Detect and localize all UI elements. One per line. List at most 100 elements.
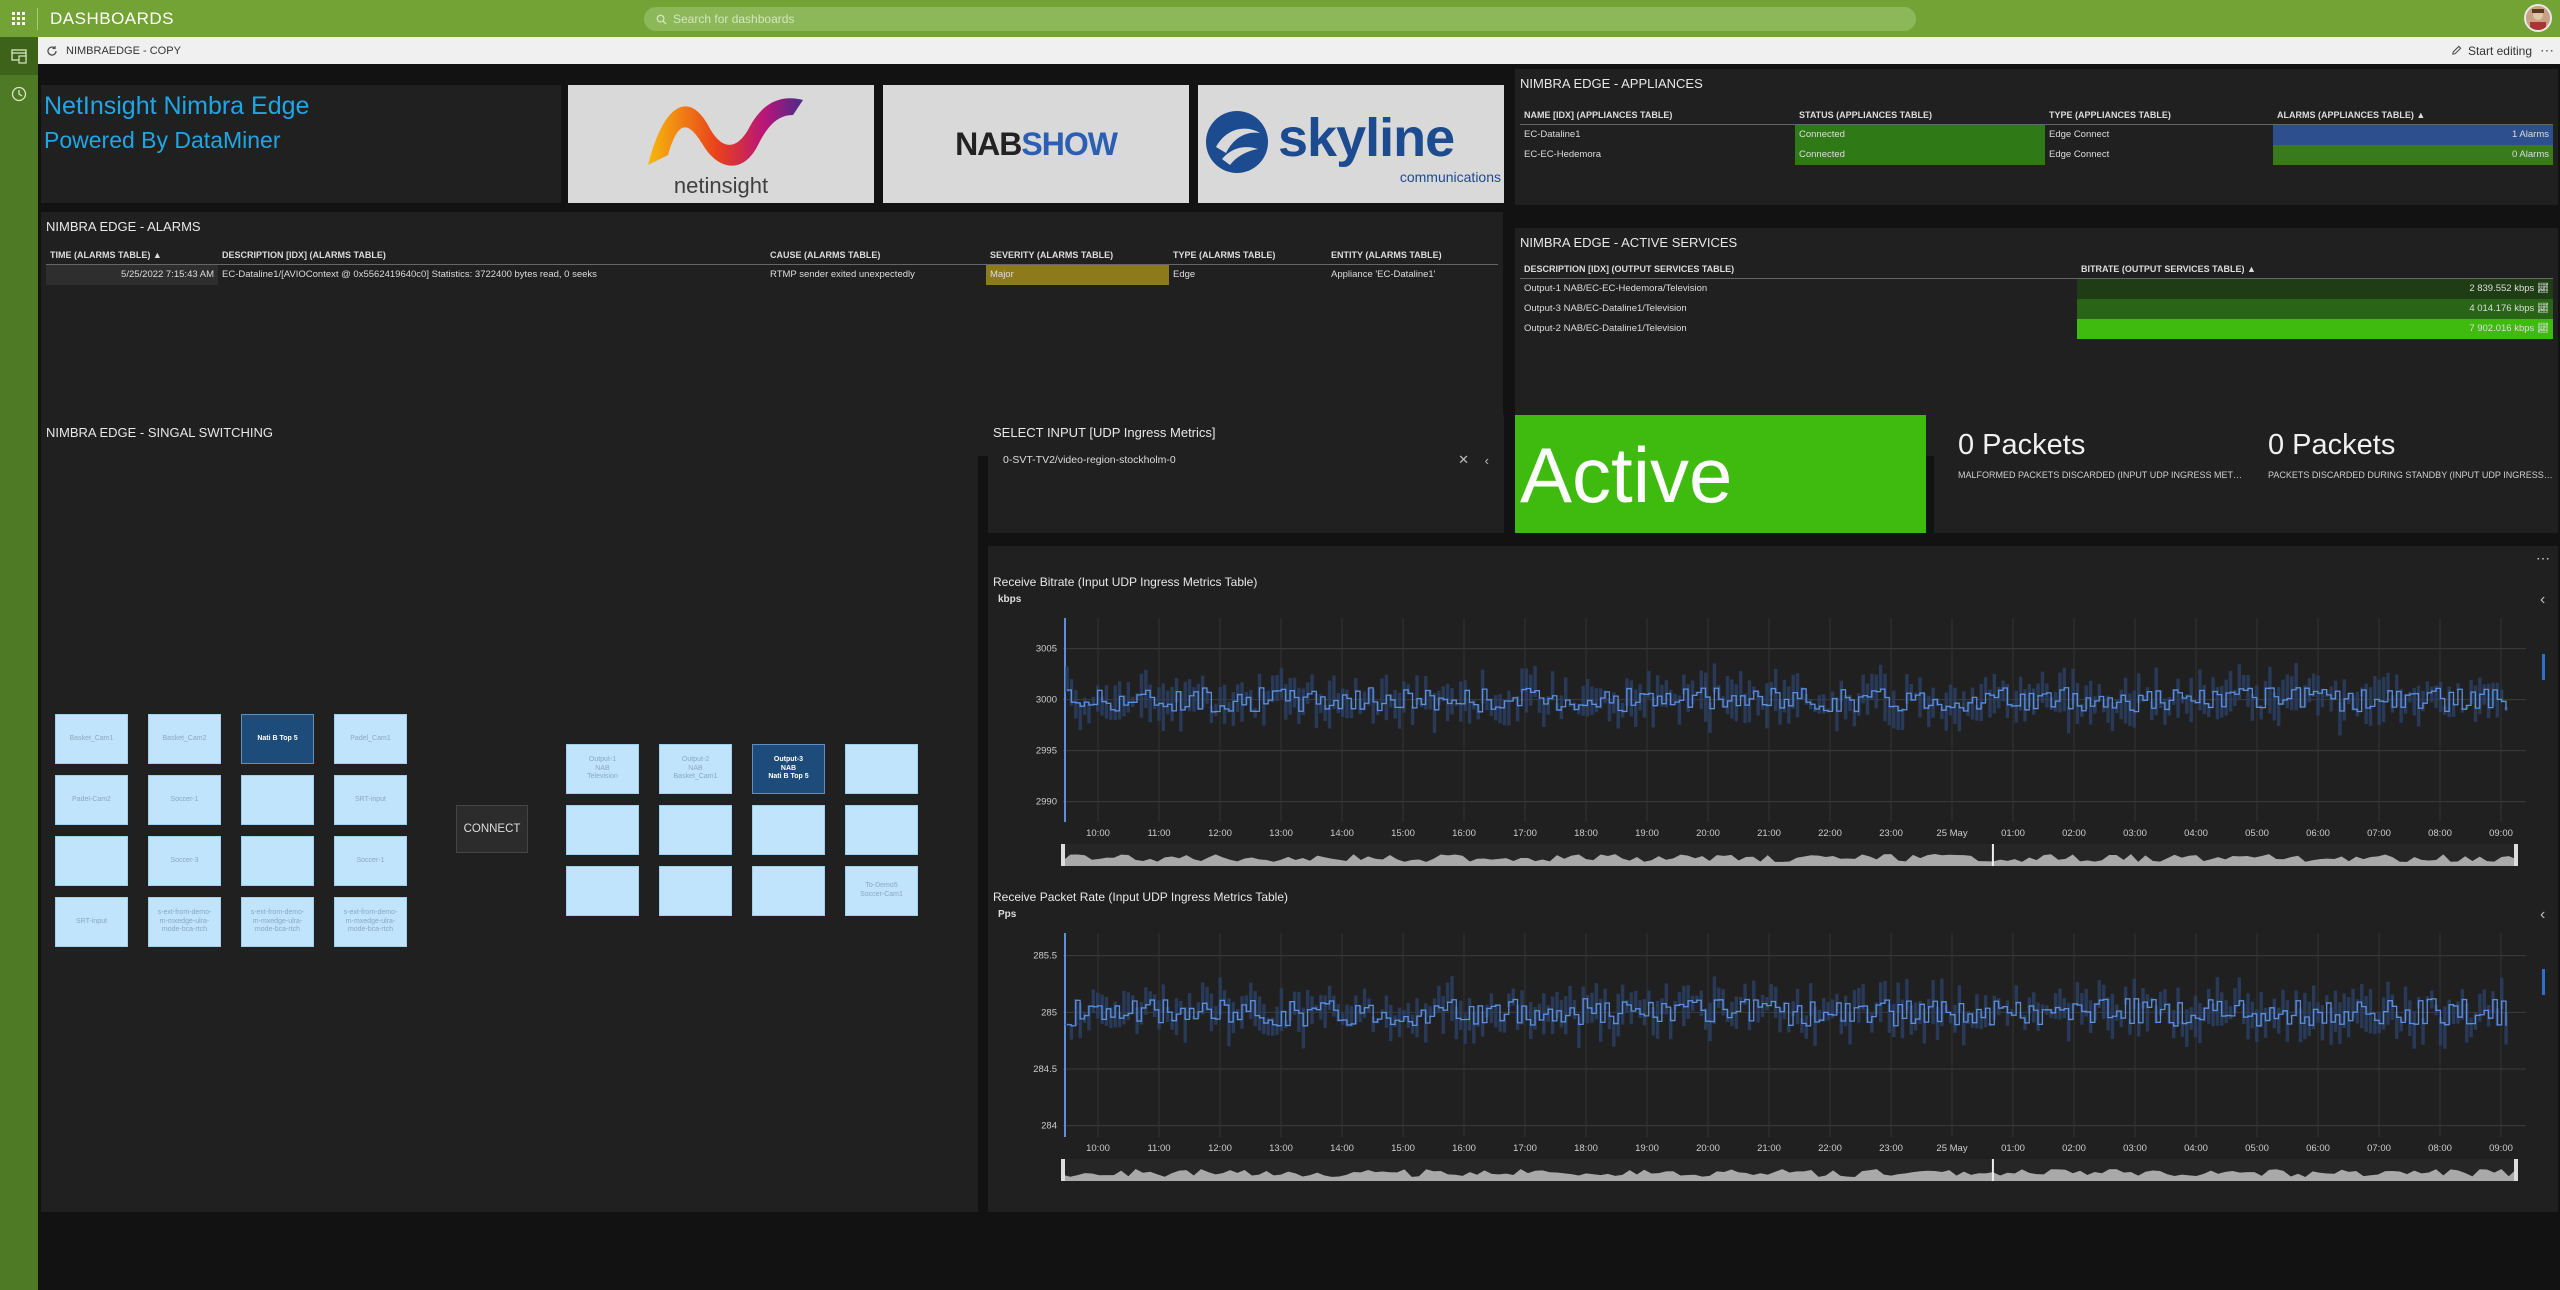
packets-panel: 0 Packets MALFORMED PACKETS DISCARDED (I… <box>1934 415 2558 533</box>
appliances-col-name[interactable]: NAME [IDX] (APPLIANCES TABLE) <box>1520 106 1795 125</box>
output-tile[interactable] <box>566 866 639 916</box>
table-row[interactable]: Output-1 NAB/EC-EC-Hedemora/Television 2… <box>1520 278 2553 299</box>
output-tile[interactable]: Output-1 NAB Television <box>566 744 639 794</box>
clear-icon[interactable]: ✕ <box>1458 452 1469 468</box>
search-input[interactable]: Search for dashboards <box>644 7 1916 31</box>
output-tile[interactable] <box>566 805 639 855</box>
trend-chart-icon[interactable]: 📈︎ <box>2537 283 2549 294</box>
overview-handle-left <box>1061 844 1065 866</box>
appliances-col-status[interactable]: STATUS (APPLIANCES TABLE) <box>1795 106 2045 125</box>
input-tile[interactable]: SRT-input <box>334 775 407 825</box>
alarms-col-description[interactable]: DESCRIPTION [IDX] (ALARMS TABLE) <box>218 246 766 265</box>
services-col-description[interactable]: DESCRIPTION [IDX] (OUTPUT SERVICES TABLE… <box>1520 260 2077 279</box>
alarms-col-entity[interactable]: ENTITY (ALARMS TABLE) <box>1327 246 1498 265</box>
range-bar <box>2040 671 2045 704</box>
alarm-description: EC-Dataline1/[AVIOContext @ 0x5562419640… <box>222 269 597 281</box>
y-tick-label: 3000 <box>1036 695 1057 706</box>
standby-packets-kpi: 0 Packets PACKETS DISCARDED DURING STAND… <box>2268 429 2553 480</box>
table-row[interactable]: Output-3 NAB/EC-Dataline1/Television 4 0… <box>1520 298 2553 319</box>
table-row[interactable]: EC-Dataline1 Connected Edge Connect 1 Al… <box>1520 124 2553 145</box>
x-tick-label: 25 May <box>1936 1143 1967 1154</box>
appliances-col-alarms[interactable]: ALARMS (APPLIANCES TABLE) ▲ <box>2273 106 2553 125</box>
start-editing-button[interactable]: Start editing <box>2451 44 2532 58</box>
range-bar <box>1410 705 1415 726</box>
x-tick-label: 14:00 <box>1330 1143 1354 1154</box>
input-select-dropdown[interactable]: 0-SVT-TV2/video-region-stockholm-0 ✕ ‹ <box>993 449 1499 471</box>
chevron-left-icon[interactable]: ‹ <box>1485 453 1489 468</box>
range-bar <box>2185 1009 2189 1047</box>
input-tile[interactable]: Soccer-1 <box>334 836 407 886</box>
more-options-icon[interactable]: ⋯ <box>2540 42 2554 59</box>
range-bar <box>1913 1002 1918 1031</box>
x-tick-label: 09:00 <box>2489 1143 2513 1154</box>
input-tile[interactable]: Basket_Cam1 <box>55 714 128 764</box>
services-title: NIMBRA EDGE - ACTIVE SERVICES <box>1520 235 1738 250</box>
input-tile[interactable]: s-ext-from-demo-m-mxedge-ulra-mode-bca-r… <box>334 897 407 947</box>
x-tick-label: 17:00 <box>1513 1143 1537 1154</box>
nabshow-logo: NAB SHOW <box>883 85 1189 203</box>
table-row[interactable]: EC-EC-Hedemora Connected Edge Connect 0 … <box>1520 144 2553 165</box>
range-bar <box>1725 675 1730 715</box>
output-tile[interactable]: To-Demo5 Soccer-Cam1 <box>845 866 918 916</box>
input-tile[interactable]: s-ext-from-demo-m-mxedge-ulra-mode-bca-r… <box>241 897 314 947</box>
sidebar-item-dashboards[interactable] <box>0 37 38 75</box>
output-tile[interactable] <box>845 744 918 794</box>
trend-chart-icon[interactable]: 📈︎ <box>2537 303 2549 314</box>
services-col-bitrate[interactable]: BITRATE (OUTPUT SERVICES TABLE) ▲ <box>2077 260 2553 279</box>
output-tile[interactable]: Output-2 NAB Basket_Cam1 <box>659 744 732 794</box>
output-tile[interactable] <box>752 805 825 855</box>
output-tile[interactable] <box>752 866 825 916</box>
dashboard-icon <box>11 49 27 64</box>
appliances-col-type[interactable]: TYPE (APPLIANCES TABLE) <box>2045 106 2273 125</box>
app-launcher-icon[interactable] <box>0 0 37 37</box>
output-tile[interactable] <box>659 805 732 855</box>
alarms-col-type[interactable]: TYPE (ALARMS TABLE) <box>1169 246 1327 265</box>
bitrate-chart[interactable]: kbps ‹ 3005 3000 2995 2990 10:00 11:00 12:00 13:0… <box>988 594 2558 884</box>
input-tile[interactable]: s-ext-from-demo-m-mxedge-ulra-mode-bca-r… <box>148 897 221 947</box>
range-bar <box>2469 1017 2473 1038</box>
table-row[interactable]: Output-2 NAB/EC-Dataline1/Television 7 9… <box>1520 318 2553 339</box>
input-tile[interactable]: Soccer-3 <box>148 836 221 886</box>
range-bar <box>2228 670 2233 712</box>
packet-rate-chart-title: Receive Packet Rate (Input UDP Ingress M… <box>993 890 1289 904</box>
input-tile[interactable] <box>241 836 314 886</box>
range-bar <box>1074 690 1078 719</box>
sidebar-item-history[interactable] <box>0 75 38 113</box>
alarms-col-time[interactable]: TIME (ALARMS TABLE) ▲ <box>46 246 218 265</box>
user-avatar[interactable] <box>2524 4 2552 32</box>
x-tick-label: 18:00 <box>1574 1143 1598 1154</box>
table-row[interactable]: 5/25/2022 7:15:43 AM EC-Dataline1/[AVIOC… <box>46 264 1498 285</box>
input-tile[interactable]: Padel_Cam1 <box>334 714 407 764</box>
range-bar <box>2268 666 2272 714</box>
input-tile[interactable]: Nati B Top 5 <box>241 714 314 764</box>
chart-more-options-icon[interactable]: ⋯ <box>2536 550 2550 567</box>
input-tile[interactable]: Soccer-1 <box>148 775 221 825</box>
alarms-col-severity[interactable]: SEVERITY (ALARMS TABLE) <box>986 246 1169 265</box>
alarm-entity: Appliance 'EC-Dataline1' <box>1331 269 1436 281</box>
input-tile[interactable]: Padel-Cam2 <box>55 775 128 825</box>
output-tile[interactable] <box>659 866 732 916</box>
input-tile[interactable]: SRT-input <box>55 897 128 947</box>
output-tile[interactable] <box>845 805 918 855</box>
connect-button[interactable]: CONNECT <box>456 805 528 853</box>
x-tick-label: 03:00 <box>2123 1143 2147 1154</box>
service-bitrate: 4 014.176 kbps 📈︎ <box>2077 298 2553 319</box>
range-bar <box>1214 1005 1218 1025</box>
range-bar <box>1397 692 1402 729</box>
output-tile[interactable]: Output-3 NAB Nati B Top 5 <box>752 744 825 794</box>
x-tick-label: 15:00 <box>1391 828 1415 839</box>
range-bar <box>1843 695 1848 720</box>
refresh-icon[interactable] <box>46 45 58 57</box>
input-tile[interactable] <box>241 775 314 825</box>
input-tile-label: SRT-input <box>76 917 107 925</box>
range-bar <box>1139 673 1144 718</box>
trend-chart-icon[interactable]: 📈︎ <box>2537 323 2549 334</box>
x-tick-label: 09:00 <box>2489 828 2513 839</box>
input-tile-label: Padel-Cam2 <box>72 795 111 803</box>
alarms-col-cause[interactable]: CAUSE (ALARMS TABLE) <box>766 246 986 265</box>
appliance-status: Connected <box>1795 144 2045 165</box>
range-bar <box>1883 980 1887 1003</box>
packet-rate-chart[interactable]: Pps ‹ 285.5 285 284.5 284 10:00 11:00 12:00 13:00… <box>988 909 2558 1209</box>
input-tile[interactable] <box>55 836 128 886</box>
input-tile[interactable]: Basket_Cam2 <box>148 714 221 764</box>
